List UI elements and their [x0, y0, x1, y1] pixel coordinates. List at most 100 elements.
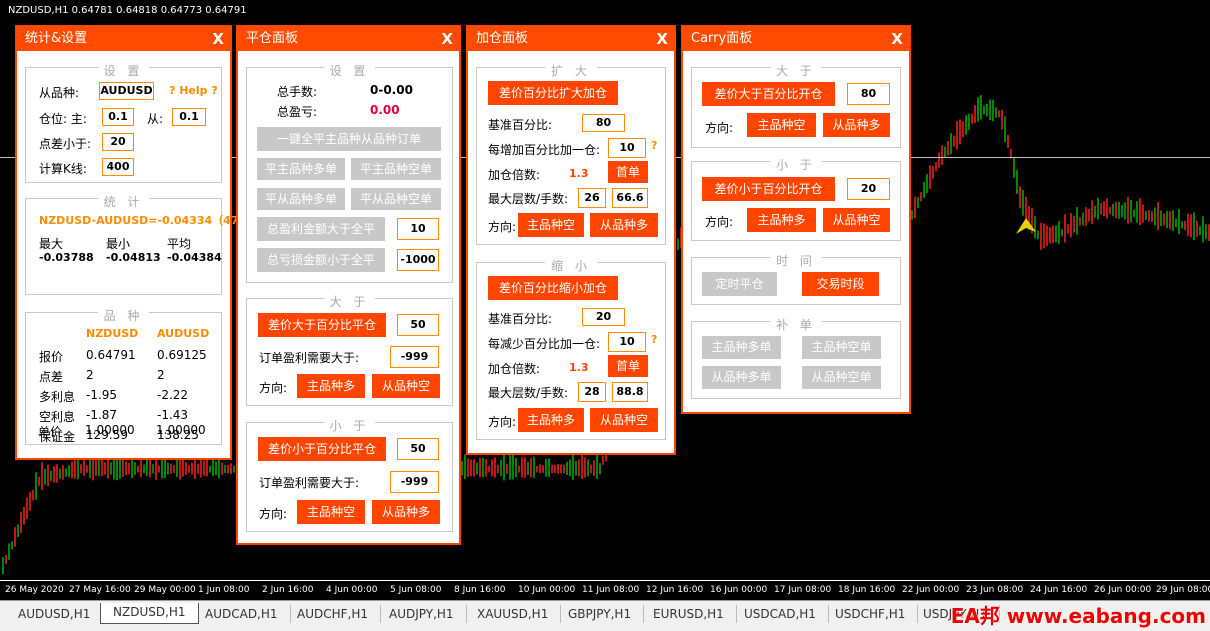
loss-close-input[interactable]: -1000 [397, 249, 439, 271]
close-from-buy-button[interactable]: 平从品种多单 [257, 188, 345, 210]
settings-group: 设 置 从品种: AUDUSD ? Help ? 仓位: 主: 0.1 从: 0… [25, 64, 222, 183]
shrink-step-input[interactable]: 10 [608, 332, 646, 352]
shrink-dir-from-sell[interactable]: 从品种空 [590, 408, 658, 432]
time-tick: 29 Jun 08:00 [1156, 585, 1210, 595]
time-tick: 5 Jun 08:00 [390, 585, 442, 595]
shrink-dir-main-buy[interactable]: 主品种多 [518, 408, 584, 432]
group-title: 品 种 [97, 309, 150, 323]
kline-input[interactable]: 400 [102, 158, 134, 176]
tab-gbpjpy[interactable]: GBPJPY,H1 [556, 605, 645, 623]
expand-step-input[interactable]: 10 [608, 138, 646, 158]
row-value-b: -1.43 [157, 408, 189, 422]
add-panel-title[interactable]: 加仓面板 X [468, 27, 674, 51]
close-main-sell-button[interactable]: 平主品种空单 [351, 158, 441, 180]
close-less-input[interactable]: 50 [397, 438, 439, 460]
profit-close-input[interactable]: 10 [397, 218, 439, 240]
expand-dir-main-sell[interactable]: 主品种空 [518, 213, 584, 237]
time-tick: 26 May 2020 [5, 585, 64, 595]
tab-eurusd[interactable]: EURUSD,H1 [641, 605, 737, 623]
carry-less-button[interactable]: 差价小于百分比开仓 [702, 177, 835, 201]
loss-close-button[interactable]: 总亏损金额小于全平 [257, 248, 385, 272]
close-panel-title[interactable]: 平仓面板 X [238, 27, 459, 51]
supp-from-buy-button[interactable]: 从品种多单 [702, 366, 781, 389]
group-title: 小 于 [323, 419, 376, 433]
close-all-button[interactable]: 一键全平主品种从品种订单 [257, 127, 441, 151]
supp-main-buy-button[interactable]: 主品种多单 [702, 336, 781, 359]
spread-input[interactable]: 20 [102, 133, 134, 151]
expand-first-order-button[interactable]: 首单 [608, 161, 648, 183]
close-greater-input[interactable]: 50 [397, 314, 439, 336]
shrink-max-layers-input[interactable]: 28 [578, 382, 606, 402]
expand-max-layers-input[interactable]: 26 [578, 188, 606, 208]
time-tick: 27 May 16:00 [69, 585, 131, 595]
carry-greater-dir-main-sell[interactable]: 主品种空 [747, 113, 816, 137]
help-icon[interactable]: ? [651, 333, 657, 346]
close-greater-button[interactable]: 差价大于百分比平仓 [258, 313, 386, 337]
carry-greater-input[interactable]: 80 [847, 83, 890, 105]
tab-usdcad[interactable]: USDCAD,H1 [732, 605, 829, 623]
tab-audusd[interactable]: AUDUSD,H1 [6, 605, 104, 623]
time-tick: 10 Jun 00:00 [518, 585, 576, 595]
row-label: 点差 [39, 370, 64, 384]
carry-greater-group: 大 于 差价大于百分比开仓 80 方向: 主品种空 从品种多 [691, 64, 901, 148]
shrink-first-order-button[interactable]: 首单 [608, 355, 648, 377]
carry-less-input[interactable]: 20 [847, 178, 890, 200]
time-group: 时 间 定时平仓 交易时段 [691, 254, 901, 305]
max-label: 最大 [39, 237, 64, 251]
profit-close-button[interactable]: 总盈利金额大于全平 [257, 217, 385, 241]
expand-dir-from-buy[interactable]: 从品种多 [590, 213, 658, 237]
tab-audchf[interactable]: AUDCHF,H1 [285, 605, 382, 623]
close-greater-dir-main-buy[interactable]: 主品种多 [297, 374, 365, 398]
carry-less-dir-main-buy[interactable]: 主品种多 [747, 208, 816, 232]
trade-session-button[interactable]: 交易时段 [802, 272, 879, 296]
expand-add-button[interactable]: 差价百分比扩大加仓 [488, 81, 618, 105]
carry-greater-dir-from-buy[interactable]: 从品种多 [823, 113, 890, 137]
carry-less-dir-from-sell[interactable]: 从品种空 [823, 208, 890, 232]
supp-main-sell-button[interactable]: 主品种空单 [802, 336, 881, 359]
close-greater-dir-from-sell[interactable]: 从品种空 [372, 374, 440, 398]
time-tick: 26 Jun 00:00 [1094, 585, 1152, 595]
close-icon[interactable]: X [212, 27, 224, 51]
lot-main-input[interactable]: 0.1 [102, 108, 134, 126]
carry-panel-title[interactable]: Carry面板 X [683, 27, 909, 51]
time-tick: 2 Jun 16:00 [262, 585, 314, 595]
shrink-base-input[interactable]: 20 [582, 308, 625, 326]
carry-greater-button[interactable]: 差价大于百分比开仓 [702, 82, 835, 106]
lot-from-input[interactable]: 0.1 [172, 108, 206, 126]
time-tick: 1 Jun 08:00 [198, 585, 250, 595]
close-greater-profit-input[interactable]: -999 [390, 346, 439, 368]
row-value-b: 1.00000 [156, 423, 206, 437]
help-link[interactable]: ? Help ? [169, 84, 218, 97]
stats-panel-title[interactable]: 统计&设置 X [17, 27, 230, 51]
tab-usdchf[interactable]: USDCHF,H1 [823, 605, 919, 623]
from-symbol-input[interactable]: AUDUSD [99, 82, 154, 100]
close-less-profit-input[interactable]: -999 [390, 471, 439, 493]
tab-nzdusd[interactable]: NZDUSD,H1 [100, 603, 199, 624]
close-icon[interactable]: X [441, 27, 453, 51]
supp-from-sell-button[interactable]: 从品种空单 [802, 366, 881, 389]
group-title: 扩 大 [545, 64, 597, 78]
tab-audcad[interactable]: AUDCAD,H1 [193, 605, 291, 623]
close-main-buy-button[interactable]: 平主品种多单 [257, 158, 345, 180]
panel-title-text: 平仓面板 [246, 31, 299, 46]
close-icon[interactable]: X [891, 27, 903, 51]
close-icon[interactable]: X [656, 27, 668, 51]
expand-max-lots-input[interactable]: 66.6 [612, 188, 648, 208]
close-less-dir-main-sell[interactable]: 主品种空 [297, 500, 365, 524]
expand-base-input[interactable]: 80 [582, 114, 625, 132]
shrink-max-lots-input[interactable]: 88.8 [612, 382, 648, 402]
time-tick: 29 May 00:00 [134, 585, 196, 595]
close-from-sell-button[interactable]: 平从品种空单 [351, 188, 441, 210]
tab-xauusd[interactable]: XAUUSD,H1 [465, 605, 562, 623]
min-value: -0.04813 [106, 251, 161, 264]
base-percent-label: 基准百分比: [488, 118, 553, 132]
shrink-add-button[interactable]: 差价百分比缩小加仓 [488, 276, 618, 300]
help-icon[interactable]: ? [651, 139, 657, 152]
close-less-dir-from-buy[interactable]: 从品种多 [372, 500, 440, 524]
panel-title-text: Carry面板 [691, 31, 753, 46]
close-less-button[interactable]: 差价小于百分比平仓 [258, 437, 386, 461]
group-title: 大 于 [323, 295, 376, 309]
total-profit-value: 0.00 [370, 103, 400, 117]
tab-audjpy[interactable]: AUDJPY,H1 [377, 605, 467, 623]
timed-close-button[interactable]: 定时平仓 [702, 272, 777, 296]
